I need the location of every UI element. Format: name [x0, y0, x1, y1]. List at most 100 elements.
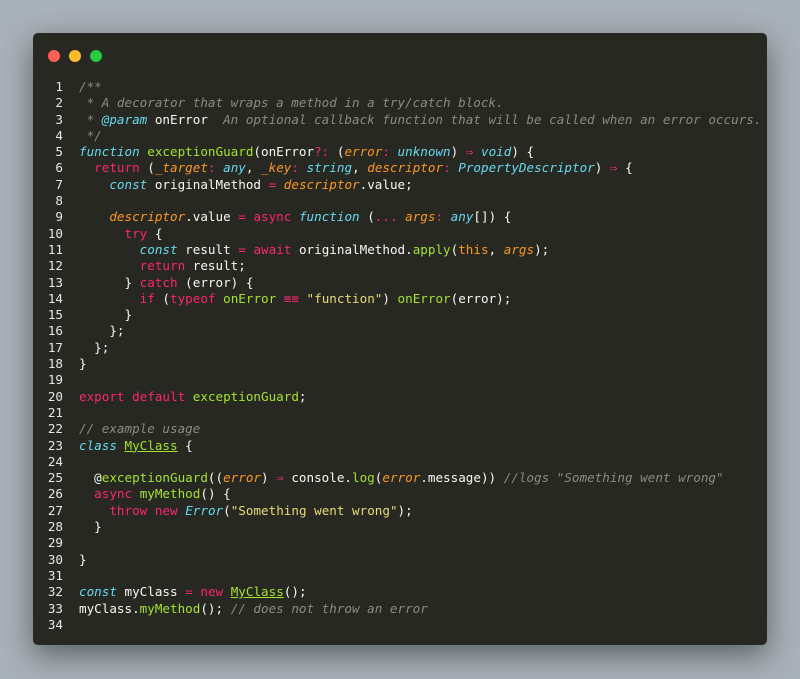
- line-number: 10: [47, 225, 63, 241]
- code-token: ();: [200, 600, 231, 616]
- line-text[interactable]: }: [79, 552, 87, 568]
- line-text[interactable]: return (_target: any, _key: string, desc…: [79, 160, 633, 176]
- line-text[interactable]: const myClass = new MyClass();: [79, 584, 307, 600]
- line-text[interactable]: throw new Error("Something went wrong");: [79, 502, 413, 519]
- line-text[interactable]: // example usage: [79, 421, 200, 437]
- line-text[interactable]: }: [79, 356, 87, 372]
- code-token: ): [382, 290, 398, 306]
- code-line: 25 @exceptionGuard((error) ⇒ console.log…: [33, 470, 767, 486]
- minimize-window-dot-icon[interactable]: [69, 50, 81, 62]
- code-token: }: [79, 274, 140, 290]
- code-token: await: [253, 241, 292, 257]
- line-text[interactable]: return result;: [79, 258, 246, 274]
- line-text[interactable]: const originalMethod = descriptor.value;: [79, 176, 412, 193]
- line-number: 5: [55, 144, 63, 160]
- code-token: @param: [101, 111, 148, 127]
- line-text[interactable]: try {: [79, 226, 163, 242]
- line-number: 24: [47, 453, 63, 469]
- line-text[interactable]: }: [79, 519, 102, 535]
- line-text[interactable]: const result = await originalMethod.appl…: [79, 241, 550, 258]
- line-text[interactable]: @exceptionGuard((error) ⇒ console.log(er…: [79, 470, 723, 486]
- line-text[interactable]: myClass.myMethod(); // does not throw an…: [79, 601, 428, 617]
- line-text[interactable]: * A decorator that wraps a method in a t…: [79, 95, 504, 111]
- line-number: 3: [55, 111, 63, 127]
- line-text[interactable]: /**: [79, 79, 102, 95]
- code-line: 16 };: [33, 323, 767, 339]
- code-token: default: [132, 388, 186, 404]
- code-token: (error) {: [177, 274, 254, 290]
- code-token: () {: [200, 486, 231, 502]
- code-token: (onError: [253, 144, 315, 160]
- close-window-dot-icon[interactable]: [48, 50, 60, 62]
- code-token: {: [177, 437, 193, 453]
- code-line: 7 const originalMethod = descriptor.valu…: [33, 177, 767, 193]
- code-token: _target: [154, 160, 208, 176]
- code-line: 24: [33, 454, 767, 470]
- line-text[interactable]: if (typeof onError ≡≡ "function") onErro…: [79, 290, 512, 307]
- maximize-window-dot-icon[interactable]: [90, 50, 102, 62]
- line-number: 4: [55, 127, 63, 143]
- code-token: myMethod: [139, 600, 201, 616]
- code-line: 19: [33, 372, 767, 388]
- code-token: originalMethod: [147, 176, 269, 192]
- line-text[interactable]: export default exceptionGuard;: [79, 389, 307, 405]
- line-number: 23: [47, 437, 63, 453]
- code-token: exceptionGuard: [192, 388, 299, 404]
- code-token: return: [94, 160, 140, 176]
- code-token: onError: [397, 290, 451, 306]
- code-token: ) {: [511, 144, 535, 160]
- code-line: 11 const result = await originalMethod.a…: [33, 242, 767, 258]
- code-token: .message)): [420, 470, 504, 486]
- code-line: 29: [33, 535, 767, 551]
- code-token: ,: [488, 241, 504, 257]
- line-text[interactable]: */: [79, 128, 102, 144]
- code-token: :: [435, 209, 444, 225]
- line-text[interactable]: };: [79, 340, 109, 356]
- code-line: 3 * @param onError An optional callback …: [33, 112, 767, 128]
- line-text[interactable]: descriptor.value = async function (... a…: [79, 209, 511, 225]
- line-text[interactable]: };: [79, 323, 124, 339]
- code-token: async: [94, 486, 133, 502]
- code-token: Error: [185, 502, 224, 518]
- code-line: 33 myClass.myMethod(); // does not throw …: [33, 601, 767, 617]
- line-text[interactable]: }: [79, 307, 132, 323]
- code-line: 26 async myMethod() {: [33, 486, 767, 502]
- code-token: typeof: [170, 290, 216, 306]
- code-token: MyClass: [124, 437, 178, 453]
- line-text[interactable]: async myMethod() {: [79, 486, 231, 502]
- code-line: 30}: [33, 552, 767, 568]
- code-token: string: [306, 160, 353, 176]
- line-text[interactable]: * @param onError An optional callback fu…: [79, 111, 762, 128]
- code-line: 17 };: [33, 340, 767, 356]
- code-token: log: [352, 470, 375, 486]
- line-number: 2: [55, 95, 63, 111]
- code-line: 15 }: [33, 307, 767, 323]
- code-token: ?:: [314, 144, 330, 160]
- line-number: 12: [47, 258, 63, 274]
- line-number: 13: [47, 274, 63, 290]
- code-token: function: [79, 144, 140, 160]
- code-token: =: [185, 584, 193, 600]
- code-line: 2 * A decorator that wraps a method in a…: [33, 95, 767, 111]
- code-line: 34: [33, 617, 767, 633]
- line-text[interactable]: function exceptionGuard(onError?: (error…: [79, 144, 534, 160]
- code-token: ,: [245, 160, 262, 176]
- code-token: new: [154, 502, 178, 518]
- code-token: result;: [185, 258, 246, 274]
- code-token: );: [397, 502, 413, 518]
- code-token: any: [223, 160, 246, 176]
- line-text[interactable]: } catch (error) {: [79, 275, 253, 291]
- code-token: /**: [79, 79, 102, 94]
- code-token: descriptor: [367, 160, 444, 176]
- code-token: ): [594, 160, 610, 176]
- line-text[interactable]: class MyClass {: [79, 438, 193, 454]
